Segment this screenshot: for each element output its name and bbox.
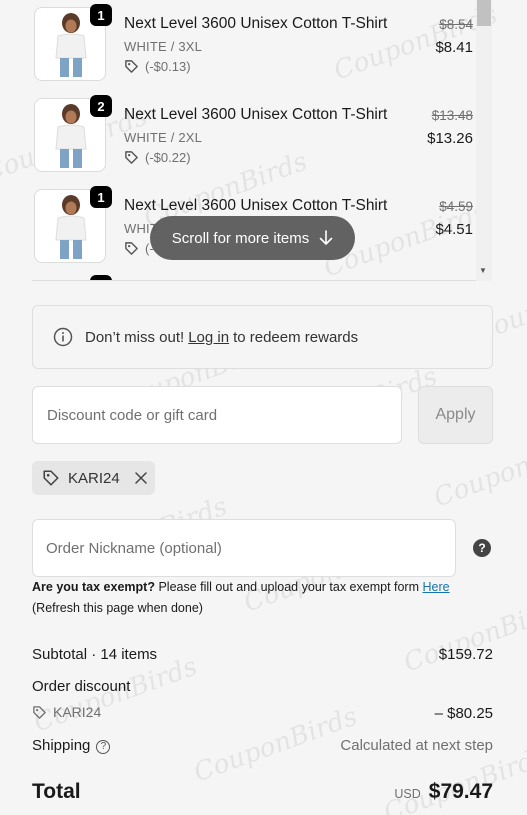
shipping-help-icon[interactable]: ? [96, 739, 111, 754]
item-original-price: $8.54 [439, 17, 473, 32]
line-item: 2 Next Level 3600 Unisex Cotton T-Shirt … [32, 93, 488, 172]
item-price: $13.26 [427, 130, 473, 147]
subtotal-label: Subtotal · 14 items [32, 646, 158, 663]
item-original-price: $4.59 [439, 199, 473, 214]
watermark: CouponBirds [400, 591, 527, 679]
tag-icon [33, 705, 46, 719]
item-title: Next Level 3600 Unisex Cotton T-Shirt [124, 15, 388, 32]
tag-icon [43, 470, 59, 486]
line-item: 1 Next Level 3600 Unisex Cotton T-Shirt … [32, 2, 488, 81]
shipping-value: Calculated at next step [340, 737, 493, 754]
close-icon[interactable] [134, 471, 148, 485]
tax-exempt-link[interactable]: Here [423, 580, 450, 594]
order-discount-label: Order discount [32, 678, 131, 695]
order-discount-code-text: KARI24 [53, 704, 102, 720]
rewards-notice-text: Don’t miss out! [85, 328, 185, 346]
info-icon [53, 327, 73, 347]
divider [32, 280, 476, 281]
item-discount-amount: (-$0.13) [145, 59, 191, 74]
item-discount: (- [124, 241, 154, 256]
tax-exempt-text: Are you tax exempt? Please fill out and … [32, 580, 450, 594]
rewards-notice-suffix: to redeem rewards [233, 328, 359, 346]
tag-icon [125, 151, 138, 164]
applied-discount-chip: KARI24 [32, 461, 155, 495]
total-amount: $79.47 [428, 780, 493, 803]
rewards-notice: Don’t miss out! Log in to redeem rewards [32, 305, 493, 369]
product-photo-icon [55, 195, 87, 259]
order-nickname-input[interactable]: Order Nickname (optional) [32, 519, 456, 577]
apply-button[interactable]: Apply [418, 386, 493, 444]
order-discount-code: KARI24 [32, 704, 101, 720]
item-title: Next Level 3600 Unisex Cotton T-Shirt [124, 197, 388, 214]
item-price: $4.51 [435, 221, 473, 238]
product-photo-icon [55, 13, 87, 77]
item-title: Next Level 3600 Unisex Cotton T-Shirt [124, 106, 388, 123]
scrollbar[interactable] [476, 0, 492, 281]
login-link[interactable]: Log in [188, 329, 229, 346]
tax-exempt-instructions: Please fill out and upload your tax exem… [158, 580, 420, 594]
arrow-down-icon [319, 230, 333, 245]
item-discount: (-$0.22) [124, 150, 191, 165]
scroll-for-more-button[interactable]: Scroll for more items [150, 216, 355, 260]
order-discount-value: – $80.25 [434, 705, 493, 722]
quantity-badge: 1 [90, 186, 112, 208]
scroll-hint-label: Scroll for more items [171, 229, 310, 247]
watermark: CouponBirds [30, 651, 202, 739]
product-photo-icon [55, 104, 87, 168]
item-discount: (-$0.13) [124, 59, 191, 74]
discount-code-input[interactable]: Discount code or gift card [32, 386, 402, 444]
shipping-label: Shipping [32, 737, 91, 754]
currency-code: USD [394, 787, 421, 801]
item-variant: WHITE / 3XL [124, 39, 203, 54]
help-icon[interactable]: ? [473, 539, 491, 557]
tax-exempt-note: (Refresh this page when done) [32, 601, 203, 615]
scroll-down-arrow[interactable]: ▼ [479, 266, 487, 275]
applied-discount-code: KARI24 [68, 469, 120, 487]
item-price: $8.41 [435, 39, 473, 56]
total-label: Total [32, 780, 81, 803]
watermark: CouponBirds [190, 701, 362, 789]
total-value: USD $79.47 [394, 780, 493, 804]
shipping-label-row: Shipping? [32, 737, 111, 754]
item-original-price: $13.48 [431, 108, 473, 123]
tax-exempt-question: Are you tax exempt? [32, 580, 155, 594]
item-discount-amount: (-$0.22) [145, 150, 191, 165]
quantity-badge: 1 [90, 4, 112, 26]
item-variant: WHITE / 2XL [124, 130, 203, 145]
subtotal-value: $159.72 [438, 646, 493, 663]
tag-icon [125, 242, 138, 255]
tag-icon [125, 60, 138, 73]
quantity-badge: 2 [90, 95, 112, 117]
scrollbar-thumb[interactable] [477, 0, 491, 26]
